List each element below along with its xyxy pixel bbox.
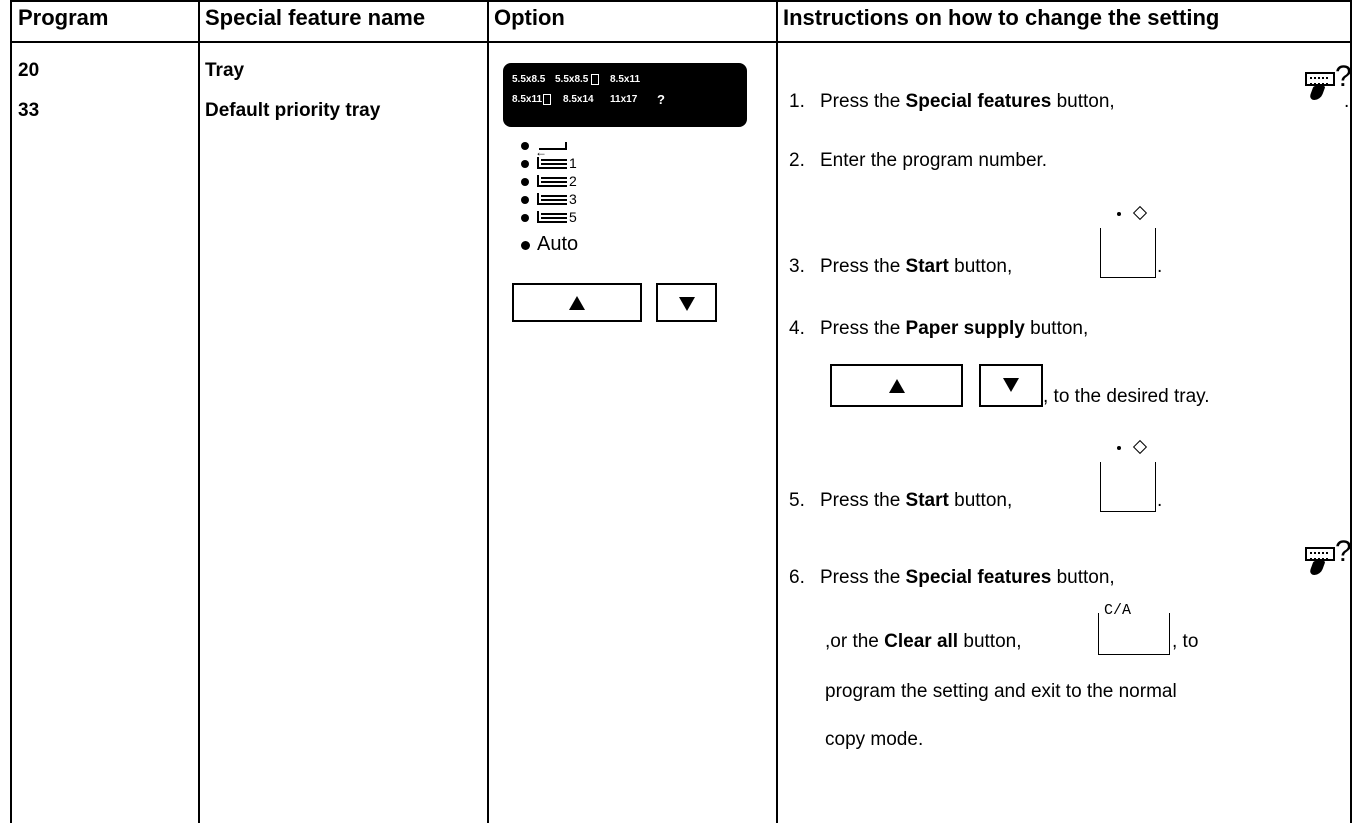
arrow-up-button[interactable] xyxy=(512,283,642,322)
step-number: 2. xyxy=(789,150,805,171)
start-button[interactable] xyxy=(1100,205,1156,278)
step-text: copy mode. xyxy=(825,729,924,750)
paper-supply-up-button[interactable] xyxy=(830,364,963,407)
step-text: Press the Special features button, xyxy=(820,567,1115,588)
step-number: 3. xyxy=(789,256,805,277)
help-icon: ? xyxy=(657,92,665,107)
tray-icon xyxy=(537,175,567,187)
start-button[interactable] xyxy=(1100,439,1156,512)
tray-icon xyxy=(537,157,567,169)
header-program: Program xyxy=(18,5,109,30)
auto-tray-option: Auto xyxy=(521,233,621,257)
rotated-page-icon xyxy=(543,94,551,105)
arrow-down-button[interactable] xyxy=(656,283,717,322)
paper-size-label: 8.5x14 xyxy=(563,94,594,105)
header-option: Option xyxy=(494,5,565,30)
tray-number: 5 xyxy=(569,209,577,225)
step-text: Press the Start button, xyxy=(820,256,1013,277)
column-divider xyxy=(198,0,200,823)
step-text: Press the Special features button, xyxy=(820,91,1115,112)
header-special-feature-name: Special feature name xyxy=(205,5,426,30)
tray-icon xyxy=(537,211,567,223)
indicator-dot xyxy=(521,214,529,222)
header-divider xyxy=(12,41,1350,43)
step-number: 6. xyxy=(789,567,805,588)
auto-label: Auto xyxy=(537,233,579,255)
feature-name: Default priority tray xyxy=(205,100,381,121)
arrow-down-icon xyxy=(1003,378,1019,392)
program-number: 33 xyxy=(18,100,40,121)
indicator-dot xyxy=(521,178,529,186)
step-text: , to xyxy=(1172,631,1199,652)
special-features-icon: ? xyxy=(1305,60,1352,106)
paper-size-label: 11x17 xyxy=(610,94,638,105)
arrow-down-icon xyxy=(679,297,695,311)
tray-icon xyxy=(537,193,567,205)
step-text: Press the Start button, xyxy=(820,490,1013,511)
rotated-page-icon xyxy=(591,74,599,85)
arrow-up-icon xyxy=(569,296,585,310)
paper-supply-down-button[interactable] xyxy=(979,364,1043,407)
feature-name: Tray xyxy=(205,60,245,81)
tray-option: 2 xyxy=(521,173,591,190)
table-top-border xyxy=(12,0,1350,2)
header-instructions: Instructions on how to change the settin… xyxy=(783,5,1220,30)
column-divider xyxy=(776,0,778,823)
tray-number: 1 xyxy=(569,155,577,171)
special-features-icon: ? xyxy=(1305,535,1352,581)
indicator-dot xyxy=(1117,446,1121,450)
indicator-dot xyxy=(521,196,529,204)
step-text-end: . xyxy=(1344,91,1350,112)
column-divider xyxy=(487,0,489,823)
step-text-end: . xyxy=(1157,256,1163,277)
tray-option: 1 xyxy=(521,155,591,172)
step-text-end: . xyxy=(1157,490,1163,511)
paper-size-label: 5.5x8.5 xyxy=(555,74,589,85)
paper-size-label: 8.5x11 xyxy=(610,74,641,85)
indicator-dot xyxy=(1117,212,1121,216)
clear-all-button[interactable] xyxy=(1098,613,1170,655)
step-text: Enter the program number. xyxy=(820,150,1048,171)
tray-option: 5 xyxy=(521,209,591,226)
paper-size-label: 8.5x11 xyxy=(512,94,543,105)
indicator-dot xyxy=(521,241,530,250)
step-number: 5. xyxy=(789,490,805,511)
tray-number: 2 xyxy=(569,173,577,189)
tray-number: 3 xyxy=(569,191,577,207)
indicator-dot xyxy=(521,160,529,168)
paper-size-label: 5.5x8.5 xyxy=(512,74,546,85)
program-number: 20 xyxy=(18,60,40,81)
step-text: ,or the Clear all button, xyxy=(825,631,1022,652)
step-text: , to the desired tray. xyxy=(1043,386,1210,407)
tray-option: 3 xyxy=(521,191,591,208)
paper-size-display: 5.5x8.5 5.5x8.5 8.5x11 8.5x11 8.5x14 11x… xyxy=(503,63,747,127)
arrow-up-icon xyxy=(889,379,905,393)
bypass-tray-option: ← xyxy=(521,138,581,159)
step-text: Press the Paper supply button, xyxy=(820,318,1089,339)
step-number: 1. xyxy=(789,91,805,112)
step-text: program the setting and exit to the norm… xyxy=(825,681,1177,702)
step-number: 4. xyxy=(789,318,805,339)
indicator-dot xyxy=(521,142,529,150)
